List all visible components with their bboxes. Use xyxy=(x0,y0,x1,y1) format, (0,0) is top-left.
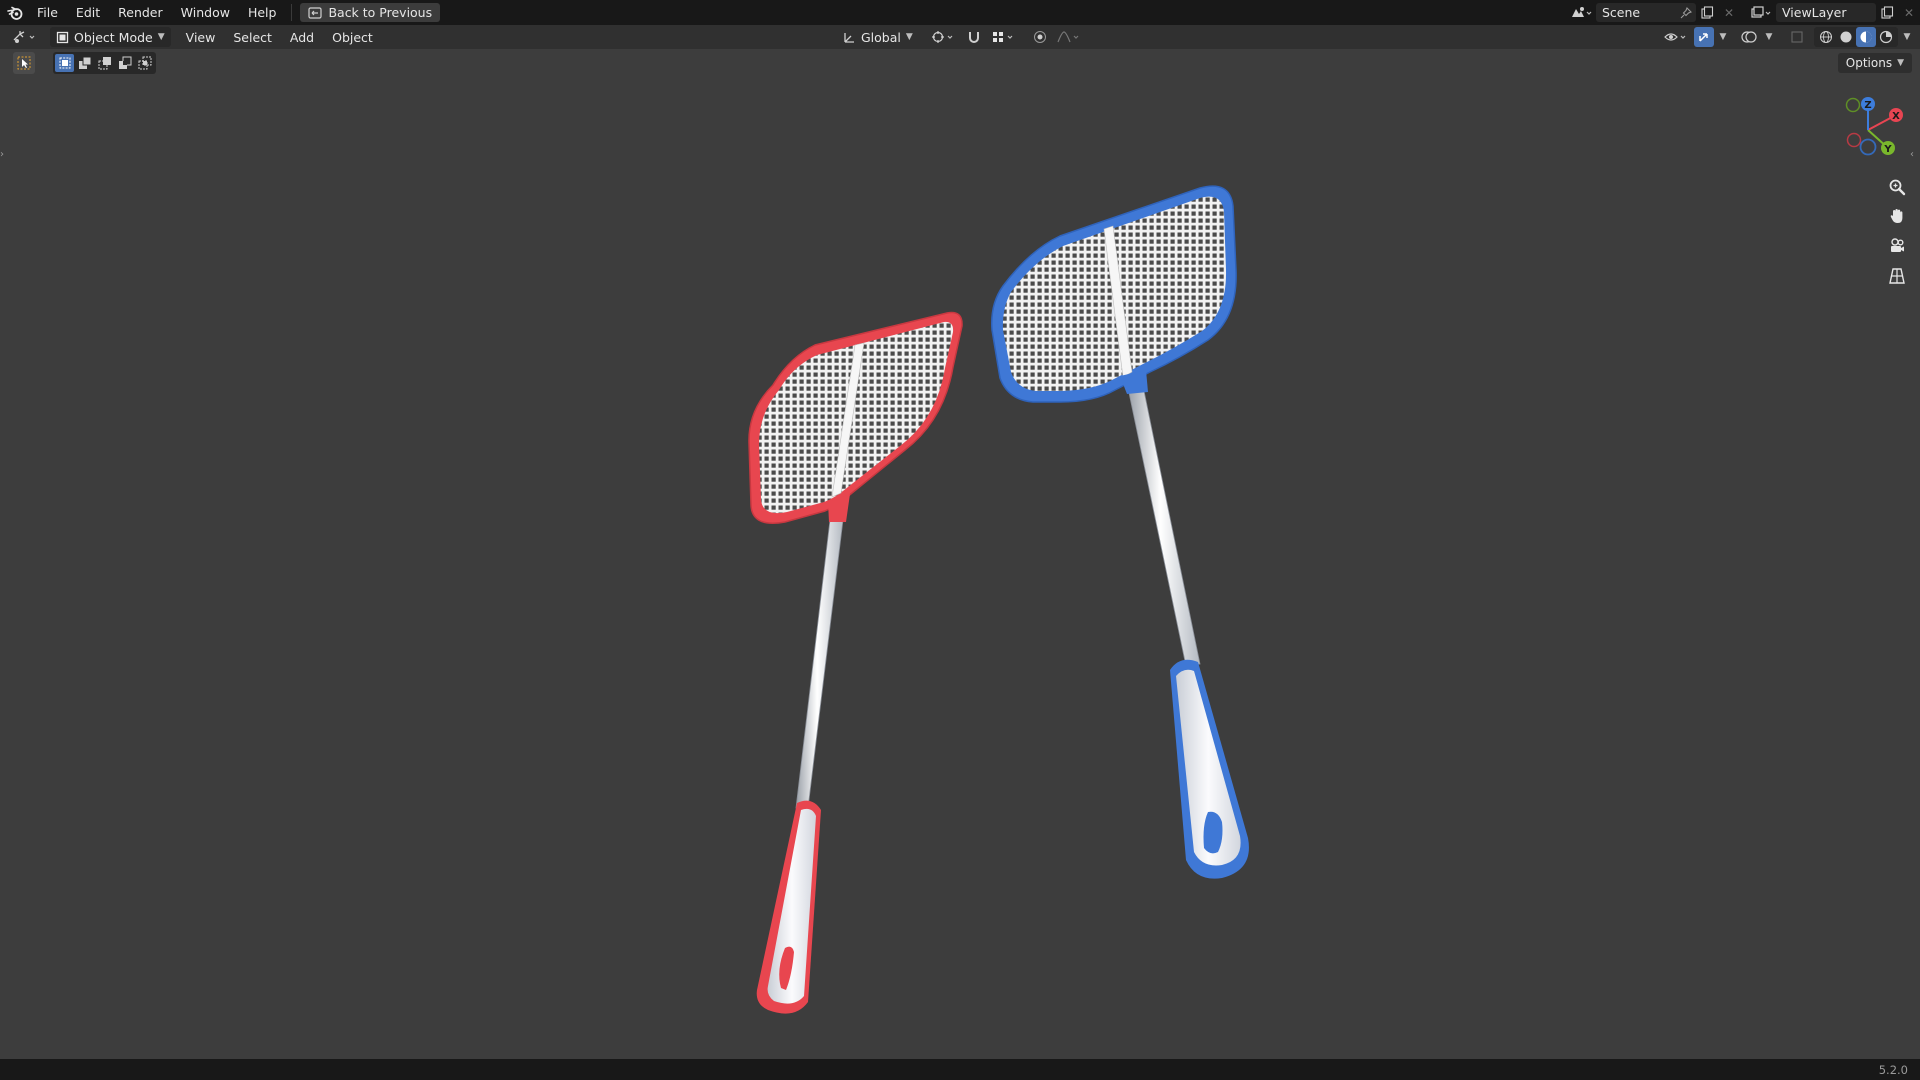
gizmo-toggle-icon[interactable] xyxy=(1694,27,1714,47)
menu-window[interactable]: Window xyxy=(172,0,239,25)
snap-toggle-icon[interactable] xyxy=(963,28,985,47)
version-label: 5.2.0 xyxy=(1878,1062,1908,1077)
transform-orientation-dropdown[interactable]: Global ▼ xyxy=(836,27,919,47)
falloff-curve-icon[interactable] xyxy=(1055,28,1085,47)
material-preview-shading-icon[interactable] xyxy=(1856,27,1876,47)
xray-toggle-icon[interactable] xyxy=(1786,28,1808,47)
negative-y-axis-icon[interactable] xyxy=(1845,97,1861,113)
menu-render[interactable]: Render xyxy=(109,0,172,25)
perspective-toggle-icon[interactable] xyxy=(1884,263,1910,289)
sidebar-expand-icon[interactable]: ‹ xyxy=(1910,149,1918,165)
chevron-down-icon: ▼ xyxy=(905,32,913,42)
viewport-scene xyxy=(748,185,1249,1014)
menu-add[interactable]: Add xyxy=(281,30,323,45)
y-axis-label: Y xyxy=(1883,144,1892,155)
negative-x-axis-icon[interactable] xyxy=(1846,132,1862,148)
object-mode-icon xyxy=(56,31,69,43)
back-to-previous-button[interactable]: Back to Previous xyxy=(300,3,441,22)
orientation-label: Global xyxy=(861,29,901,45)
wireframe-shading-icon[interactable] xyxy=(1816,27,1836,47)
toolbar-expand-icon[interactable]: › xyxy=(0,149,8,165)
orientation-axes-icon xyxy=(844,33,854,43)
delete-scene-icon[interactable]: ✕ xyxy=(1718,3,1740,22)
overlays-toggle-icon[interactable] xyxy=(1738,28,1760,47)
proportional-editing-icon[interactable] xyxy=(1029,28,1051,47)
menu-object[interactable]: Object xyxy=(323,30,382,45)
menu-file[interactable]: File xyxy=(28,0,67,25)
blender-logo-icon[interactable] xyxy=(2,0,28,25)
viewport-header: Object Mode ▼ View Select Add Object Glo… xyxy=(0,25,1920,49)
menu-edit[interactable]: Edit xyxy=(67,0,109,25)
object-mode-label: Object Mode xyxy=(74,29,153,45)
camera-view-icon[interactable] xyxy=(1884,233,1910,259)
snap-increment-icon[interactable] xyxy=(989,28,1019,47)
new-scene-icon[interactable] xyxy=(1696,3,1718,22)
pan-hand-icon[interactable] xyxy=(1884,203,1910,229)
scene-name-field[interactable]: Scene xyxy=(1596,3,1696,22)
red-fly-swatter[interactable] xyxy=(748,311,963,1014)
visibility-selectability-icon[interactable] xyxy=(1662,28,1692,47)
scene-name: Scene xyxy=(1602,5,1641,20)
editor-type-icon[interactable] xyxy=(8,28,42,47)
top-menu-bar: File Edit Render Window Help Back to Pre… xyxy=(0,0,1920,25)
zoom-icon[interactable] xyxy=(1884,174,1910,200)
view-layer-selector-icon[interactable] xyxy=(1746,3,1776,22)
negative-z-axis-icon[interactable] xyxy=(1859,138,1877,156)
delete-view-layer-icon[interactable]: ✕ xyxy=(1898,3,1920,22)
view-layer-field[interactable]: ViewLayer xyxy=(1776,3,1876,22)
3d-viewport[interactable]: › ‹ xyxy=(0,49,1920,1059)
menu-select[interactable]: Select xyxy=(224,30,281,45)
new-view-layer-icon[interactable] xyxy=(1876,3,1898,22)
back-screen-icon xyxy=(308,6,323,19)
blue-fly-swatter[interactable] xyxy=(990,185,1249,879)
gizmo-dropdown-icon[interactable]: ▼ xyxy=(1716,28,1730,47)
back-to-previous-label: Back to Previous xyxy=(328,5,433,20)
scene-selector-icon[interactable] xyxy=(1566,3,1596,22)
solid-shading-icon[interactable] xyxy=(1836,27,1856,47)
menu-separator xyxy=(291,4,293,21)
pin-icon[interactable] xyxy=(1679,6,1693,20)
navigation-gizmo[interactable]: X Y Z xyxy=(1830,92,1910,167)
shading-dropdown-icon[interactable]: ▼ xyxy=(1900,28,1914,47)
menu-view[interactable]: View xyxy=(177,30,225,45)
z-axis-label: Z xyxy=(1864,100,1871,111)
chevron-down-icon: ▼ xyxy=(157,32,165,42)
object-mode-dropdown[interactable]: Object Mode ▼ xyxy=(50,27,171,47)
pivot-point-icon[interactable] xyxy=(929,28,959,47)
status-bar: 5.2.0 xyxy=(0,1059,1920,1080)
view-layer-name: ViewLayer xyxy=(1782,5,1847,20)
menu-help[interactable]: Help xyxy=(239,0,286,25)
x-axis-label: X xyxy=(1892,111,1900,122)
shading-mode-group xyxy=(1814,27,1898,47)
rendered-shading-icon[interactable] xyxy=(1876,27,1896,47)
overlays-dropdown-icon[interactable]: ▼ xyxy=(1762,28,1776,47)
